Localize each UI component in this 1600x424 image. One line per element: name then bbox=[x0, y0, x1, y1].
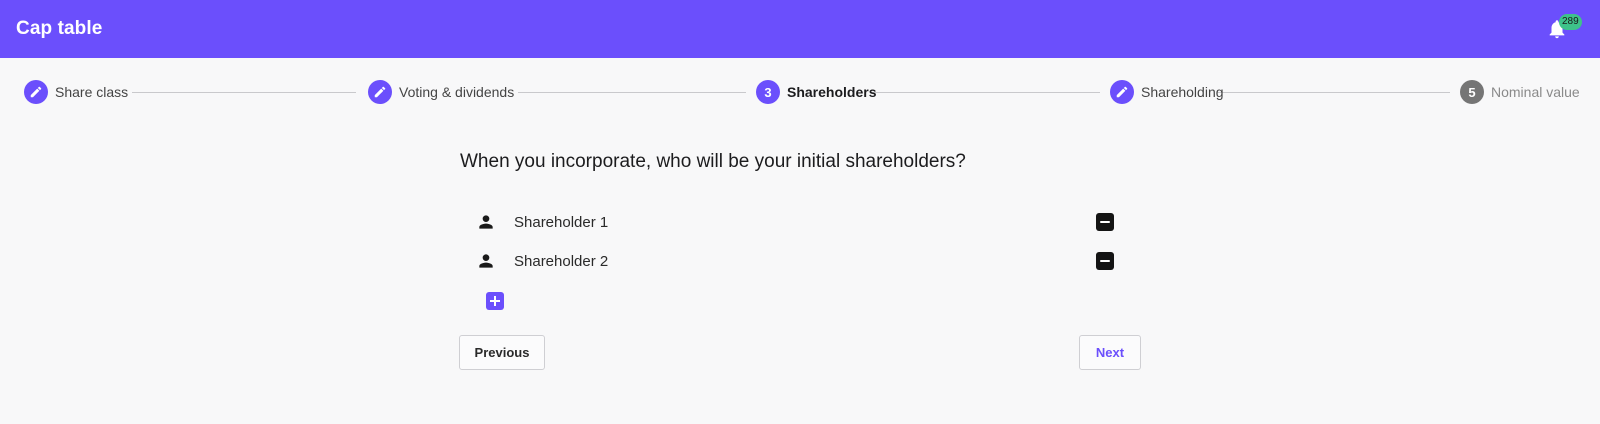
shareholder-row: Shareholder 2 bbox=[460, 249, 1120, 273]
step-share-class[interactable]: Share class bbox=[24, 80, 128, 104]
add-shareholder-button[interactable] bbox=[486, 292, 504, 310]
shareholder-name: Shareholder 2 bbox=[514, 252, 609, 270]
app-bar: Cap table 289 bbox=[0, 0, 1600, 58]
shareholder-name: Shareholder 1 bbox=[514, 213, 609, 231]
step-connector bbox=[871, 92, 1100, 93]
step-number: 3 bbox=[756, 80, 780, 104]
remove-shareholder-button[interactable] bbox=[1096, 213, 1114, 231]
step-label: Shareholders bbox=[787, 84, 877, 100]
step-connector bbox=[132, 92, 356, 93]
pencil-icon bbox=[1110, 80, 1134, 104]
step-number: 5 bbox=[1460, 80, 1484, 104]
remove-shareholder-button[interactable] bbox=[1096, 252, 1114, 270]
question-heading: When you incorporate, who will be your i… bbox=[460, 151, 966, 172]
person-icon bbox=[474, 210, 498, 234]
step-nominal-value[interactable]: 5 Nominal value bbox=[1460, 80, 1580, 104]
minus-box-icon bbox=[1100, 259, 1110, 263]
previous-button[interactable]: Previous bbox=[459, 335, 545, 370]
step-shareholding[interactable]: Shareholding bbox=[1110, 80, 1224, 104]
person-icon bbox=[474, 249, 498, 273]
step-label: Shareholding bbox=[1141, 84, 1224, 100]
plus-box-icon bbox=[490, 296, 500, 306]
notifications-button[interactable]: 289 bbox=[1544, 14, 1582, 42]
pencil-icon bbox=[368, 80, 392, 104]
pencil-icon bbox=[24, 80, 48, 104]
step-label: Nominal value bbox=[1491, 84, 1580, 100]
shareholder-row: Shareholder 1 bbox=[460, 210, 1120, 234]
app-title: Cap table bbox=[16, 18, 103, 39]
step-label: Voting & dividends bbox=[399, 84, 515, 100]
notification-badge: 289 bbox=[1559, 14, 1582, 30]
step-connector bbox=[1217, 92, 1450, 93]
next-button[interactable]: Next bbox=[1079, 335, 1141, 370]
minus-box-icon bbox=[1100, 220, 1110, 224]
step-connector bbox=[518, 92, 746, 93]
step-voting-dividends[interactable]: Voting & dividends bbox=[368, 80, 514, 104]
step-label: Share class bbox=[55, 84, 129, 100]
step-shareholders[interactable]: 3 Shareholders bbox=[756, 80, 876, 104]
stepper: Share class Voting & dividends 3 Shareho… bbox=[0, 58, 1600, 128]
